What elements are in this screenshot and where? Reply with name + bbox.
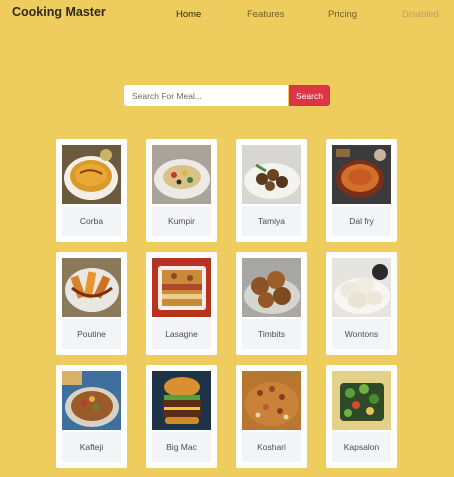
search-input[interactable] (124, 85, 288, 106)
meal-card[interactable]: Corba (56, 139, 127, 242)
nav-link-home[interactable]: Home (176, 9, 201, 20)
navbar: Cooking Master Home Features Pricing Dis… (0, 0, 454, 30)
meal-card[interactable]: Koshari (236, 365, 307, 468)
meal-name: Corba (62, 206, 121, 236)
meal-card[interactable]: Timbits (236, 252, 307, 355)
meal-name: Koshari (242, 432, 301, 462)
nav-link-disabled: Disabled (402, 9, 439, 20)
meal-card[interactable]: Kafteji (56, 365, 127, 468)
meal-card[interactable]: Lasagne (146, 252, 217, 355)
meal-photo (242, 258, 301, 317)
meal-name: Big Mac (152, 432, 211, 462)
meal-card[interactable]: Wontons (326, 252, 397, 355)
brand-logo[interactable]: Cooking Master (12, 5, 106, 19)
meal-photo (62, 258, 121, 317)
meal-photo (332, 371, 391, 430)
meal-name: Tamiya (242, 206, 301, 236)
meal-photo (152, 258, 211, 317)
meal-name: Dal fry (332, 206, 391, 236)
meal-name: Wontons (332, 319, 391, 349)
meal-photo (62, 371, 121, 430)
meal-card[interactable]: Big Mac (146, 365, 217, 468)
meal-photo (242, 145, 301, 204)
meal-photo (62, 145, 121, 204)
search-button[interactable]: Search (289, 85, 330, 106)
meal-card[interactable]: Tamiya (236, 139, 307, 242)
meal-photo (152, 145, 211, 204)
meal-name: Kafteji (62, 432, 121, 462)
meal-name: Kapsalon (332, 432, 391, 462)
meal-name: Kumpir (152, 206, 211, 236)
meal-card[interactable]: Kapsalon (326, 365, 397, 468)
meal-photo (332, 258, 391, 317)
meal-card[interactable]: Kumpir (146, 139, 217, 242)
meal-photo (332, 145, 391, 204)
meal-name: Timbits (242, 319, 301, 349)
meal-name: Poutine (62, 319, 121, 349)
meal-name: Lasagne (152, 319, 211, 349)
meal-card[interactable]: Poutine (56, 252, 127, 355)
nav-link-pricing[interactable]: Pricing (328, 9, 357, 20)
meal-photo (152, 371, 211, 430)
meal-card[interactable]: Dal fry (326, 139, 397, 242)
nav-link-features[interactable]: Features (247, 9, 285, 20)
meal-photo (242, 371, 301, 430)
